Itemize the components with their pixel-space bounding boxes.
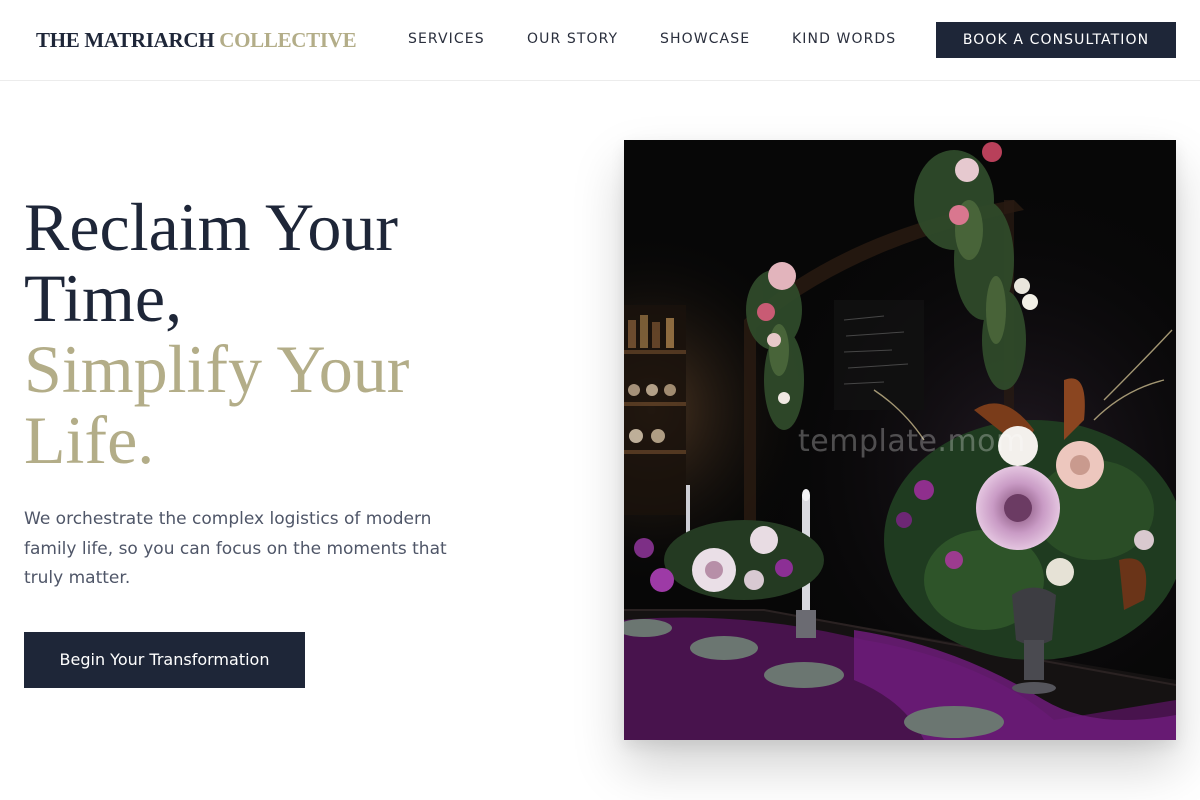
nav-link-showcase[interactable]: SHOWCASE (660, 31, 750, 47)
hero-headline: Reclaim Your Time, Simplify Your Life. (24, 192, 544, 476)
hero-image: template.mom (624, 140, 1176, 740)
brand-logo[interactable]: THE MATRIARCH COLLECTIVE (36, 28, 357, 53)
image-watermark: template.mom (798, 424, 1026, 459)
nav-link-our-story[interactable]: OUR STORY (527, 31, 618, 47)
begin-transformation-button[interactable]: Begin Your Transformation (24, 632, 305, 688)
nav-link-kind-words[interactable]: KIND WORDS (792, 31, 896, 47)
hero-headline-line1: Reclaim Your Time, (24, 189, 398, 336)
nav-link-services[interactable]: SERVICES (408, 31, 485, 47)
hero-description: We orchestrate the complex logistics of … (24, 509, 447, 588)
book-consultation-button[interactable]: BOOK A CONSULTATION (936, 22, 1176, 58)
brand-name-primary: THE MATRIARCH (36, 28, 215, 52)
brand-name-accent: COLLECTIVE (219, 28, 357, 52)
site-header: THE MATRIARCH COLLECTIVE SERVICES OUR ST… (0, 0, 1200, 81)
hero-headline-line2: Simplify Your Life. (24, 331, 410, 478)
